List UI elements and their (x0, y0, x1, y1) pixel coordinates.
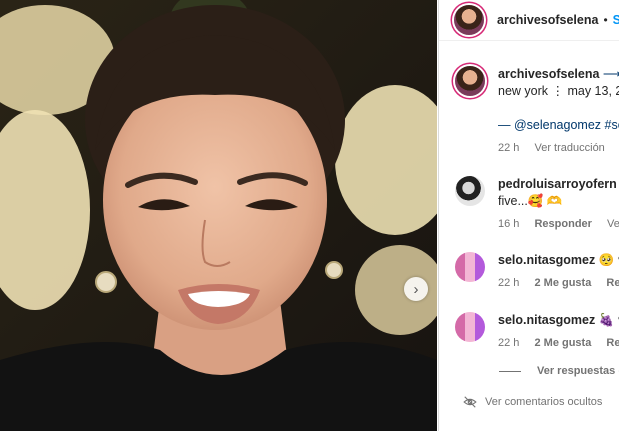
translate-button[interactable]: Ver tr (607, 218, 619, 230)
comment-meta: 22 h 2 Me gusta Respo (498, 277, 619, 289)
author-avatar[interactable] (454, 5, 484, 35)
replies-divider (499, 370, 521, 372)
commenter-username[interactable]: pedroluisarroyofern (498, 177, 617, 191)
eye-slash-icon (463, 396, 477, 408)
comment-time[interactable]: 22 h (498, 277, 519, 289)
caption-time[interactable]: 22 h (498, 142, 519, 154)
hidden-comments-label: Ver comentarios ocultos (485, 396, 603, 408)
likes-count[interactable]: 2 Me gusta (534, 277, 591, 289)
commenter-avatar[interactable] (455, 312, 485, 342)
caption-hashtag[interactable]: ⟶ # (599, 67, 619, 81)
commenter-avatar[interactable] (455, 176, 485, 206)
caption-line-2: new york ⋮ may 13, 20 (498, 84, 619, 98)
comment-time[interactable]: 16 h (498, 218, 519, 230)
hidden-comments-button[interactable]: Ver comentarios ocultos (463, 395, 602, 409)
author-username[interactable]: archivesofselena (497, 13, 598, 27)
comment-meta: 16 h Responder Ver tr (498, 218, 619, 230)
chevron-right-icon: › (413, 280, 419, 298)
portrait-illustration (0, 0, 437, 431)
view-replies-label: Ver respuestas (1 (537, 365, 619, 377)
view-replies-button[interactable]: Ver respuestas (1 (499, 365, 619, 377)
reply-button[interactable]: Respo (606, 277, 619, 289)
likes-count[interactable]: 2 Me gusta (534, 337, 591, 349)
comment-line-2: five...🥰 🫶 (498, 194, 563, 208)
commenter-avatar[interactable] (455, 252, 485, 282)
header-separator: • (603, 13, 608, 27)
comment-body: 🍇 ❤ (598, 313, 619, 327)
commenter-username[interactable]: selo.nitasgomez (498, 253, 595, 267)
comment-time[interactable]: 22 h (498, 337, 519, 349)
follow-button[interactable]: Se (613, 13, 619, 27)
caption-avatar[interactable] (455, 66, 485, 96)
reply-button[interactable]: Respo (606, 337, 619, 349)
comment-text: pedroluisarroyofern J (498, 176, 619, 193)
comment-text: selo.nitasgomez 🥺 ❤ (498, 252, 619, 269)
comments-panel: archivesofselena • Se archivesofselena ⟶… (438, 0, 619, 431)
post-header: archivesofselena • Se (439, 0, 619, 41)
reply-button[interactable]: Responder (534, 218, 591, 230)
comment-body: 🥺 ❤ (598, 253, 619, 267)
caption-meta: 22 h Ver traducción (498, 142, 619, 154)
carousel-next-button[interactable]: › (404, 277, 428, 301)
comment-meta: 22 h 2 Me gusta Respo (498, 337, 619, 349)
caption-line-1: archivesofselena ⟶ # (498, 66, 619, 83)
caption-translate[interactable]: Ver traducción (534, 142, 604, 154)
comment-text: selo.nitasgomez 🍇 ❤ (498, 312, 619, 329)
post-image: › (0, 0, 437, 431)
caption-username[interactable]: archivesofselena (498, 67, 599, 81)
caption-mention[interactable]: — @selenagomez #se (498, 117, 619, 134)
commenter-username[interactable]: selo.nitasgomez (498, 313, 595, 327)
